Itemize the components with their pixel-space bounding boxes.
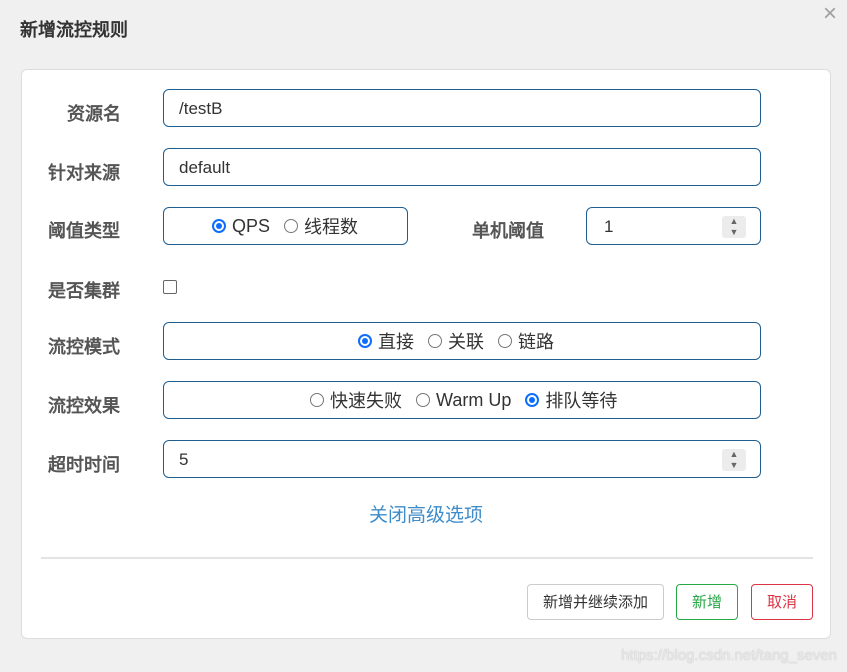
add-button[interactable]: 新增: [676, 584, 738, 620]
limit-app-value: default: [179, 158, 231, 177]
radio-thread-count-indicator[interactable]: [284, 219, 299, 233]
cluster-mode-checkbox[interactable]: [163, 280, 177, 294]
dialog-title: 新增流控规则: [20, 20, 128, 40]
threshold-type-group: QPS 线程数: [163, 207, 408, 245]
footer-divider: [41, 557, 813, 559]
threshold-type-label: 阈值类型: [48, 221, 120, 241]
close-advanced-options-link[interactable]: 关闭高级选项: [369, 500, 483, 527]
radio-qps[interactable]: QPS: [212, 216, 270, 237]
radio-chain-label: 链路: [518, 332, 554, 352]
spinner-down-icon[interactable]: ▼: [722, 460, 746, 471]
limit-app-input[interactable]: default: [163, 148, 761, 186]
add-and-continue-button[interactable]: 新增并继续添加: [527, 584, 664, 620]
radio-queue[interactable]: 排队等待: [525, 387, 617, 413]
spinner-down-icon[interactable]: ▼: [722, 227, 746, 238]
single-threshold-label: 单机阈值: [472, 221, 544, 241]
radio-direct-indicator[interactable]: [358, 334, 372, 348]
control-effect-group: 快速失败 Warm Up 排队等待: [163, 381, 761, 419]
timeout-input[interactable]: 5 ▲ ▼: [163, 440, 761, 478]
radio-chain-indicator[interactable]: [498, 334, 512, 348]
radio-direct[interactable]: 直接: [358, 328, 414, 354]
radio-qps-indicator[interactable]: [212, 219, 226, 233]
single-threshold-spinner[interactable]: ▲ ▼: [722, 216, 746, 238]
single-threshold-input[interactable]: 1 ▲ ▼: [586, 207, 761, 245]
radio-qps-label: QPS: [232, 215, 271, 236]
radio-thread-count[interactable]: 线程数: [284, 213, 358, 239]
watermark: https://blog.csdn.net/tang_seven: [621, 647, 837, 664]
control-effect-label: 流控效果: [48, 396, 120, 416]
cancel-button[interactable]: 取消: [751, 584, 813, 620]
single-threshold-value: 1: [604, 217, 614, 236]
spinner-up-icon[interactable]: ▲: [722, 216, 746, 227]
radio-direct-label: 直接: [378, 332, 414, 352]
timeout-label: 超时时间: [48, 455, 120, 475]
radio-relate-indicator[interactable]: [428, 334, 442, 348]
resource-name-input[interactable]: /testB: [163, 89, 761, 127]
resource-name-value: /testB: [179, 99, 223, 118]
radio-fast-fail-indicator[interactable]: [310, 393, 324, 407]
control-mode-group: 直接 关联 链路: [163, 322, 761, 360]
limit-app-label: 针对来源: [48, 163, 120, 183]
radio-relate[interactable]: 关联: [428, 328, 484, 354]
resource-name-label: 资源名: [67, 104, 121, 124]
control-mode-label: 流控模式: [48, 337, 120, 357]
radio-fast-fail-label: 快速失败: [330, 391, 402, 411]
radio-fast-fail[interactable]: 快速失败: [310, 387, 402, 413]
radio-relate-label: 关联: [448, 332, 484, 352]
timeout-spinner[interactable]: ▲ ▼: [722, 449, 746, 471]
cluster-mode-label: 是否集群: [48, 281, 120, 301]
timeout-value: 5: [179, 450, 189, 469]
radio-queue-label: 排队等待: [545, 391, 618, 411]
radio-warm-up-indicator[interactable]: [416, 393, 430, 407]
radio-thread-count-label: 线程数: [304, 217, 359, 237]
close-icon[interactable]: ×: [823, 2, 837, 26]
radio-warm-up-label: Warm Up: [436, 389, 512, 410]
radio-chain[interactable]: 链路: [498, 328, 554, 354]
radio-queue-indicator[interactable]: [525, 393, 540, 407]
radio-warm-up[interactable]: Warm Up: [416, 390, 511, 411]
spinner-up-icon[interactable]: ▲: [722, 449, 746, 460]
